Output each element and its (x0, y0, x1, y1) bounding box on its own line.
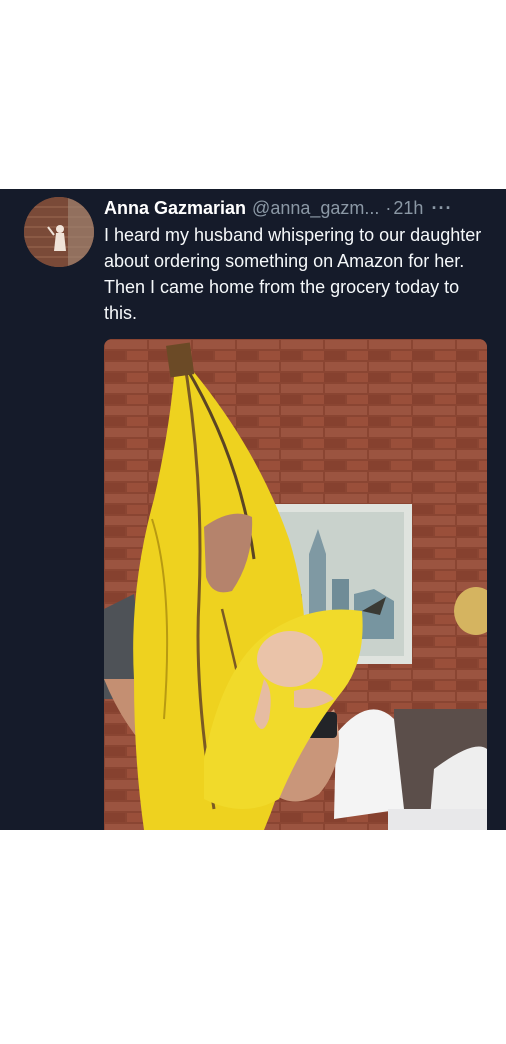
author-handle[interactable]: @anna_gazm... (252, 196, 379, 220)
tweet-header: Anna Gazmarian @anna_gazm... · 21h ··· (104, 196, 498, 220)
more-horizontal-icon[interactable]: ··· (431, 196, 452, 220)
tweet-text: I heard my husband whispering to our dau… (104, 225, 482, 323)
timestamp[interactable]: 21h (393, 196, 423, 220)
tweet-photo[interactable] (104, 339, 487, 830)
separator: · (385, 198, 392, 218)
tweet-card[interactable]: Anna Gazmarian @anna_gazm... · 21h ··· I… (0, 189, 506, 830)
author-name[interactable]: Anna Gazmarian (104, 196, 246, 220)
avatar[interactable] (24, 197, 94, 267)
